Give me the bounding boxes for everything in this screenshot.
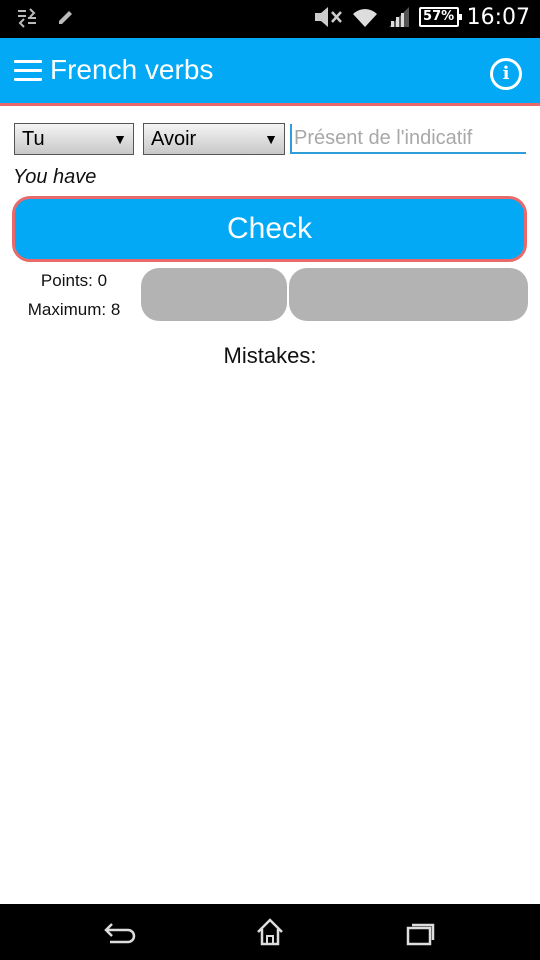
signal-icon [388,7,409,27]
person-select[interactable]: Tu ▼ [14,123,134,155]
conjugation-input[interactable] [290,124,526,154]
nav-bar [0,904,540,960]
maximum-text: Maximum: 8 [27,300,121,319]
score-bar-right [289,268,528,321]
app-bar: French verbs i [0,38,540,106]
battery-icon: 57% [418,7,462,27]
back-icon[interactable] [100,916,140,948]
app-title: French verbs [50,54,214,85]
translation-text: You have [13,166,97,188]
points-text: Points: 0 [40,271,108,290]
menu-icon[interactable] [14,60,42,82]
verb-select[interactable]: Avoir ▼ [143,123,285,155]
data-transfer-icon [18,8,36,28]
status-time: 16:07 [466,4,530,30]
person-select-value: Tu [22,128,45,150]
dropdown-arrow-icon: ▼ [264,131,278,147]
verb-select-value: Avoir [151,128,197,150]
mute-icon [314,7,342,27]
home-icon[interactable] [250,916,290,948]
dropdown-arrow-icon: ▼ [113,131,127,147]
score-bar-left [141,268,287,321]
recent-apps-icon[interactable] [400,916,440,948]
status-bar: 57% 16:07 [0,0,540,38]
edit-icon [59,11,72,24]
check-button[interactable]: Check [12,196,527,262]
mistakes-heading: Mistakes: [223,343,317,368]
wifi-icon [352,9,377,27]
info-icon[interactable]: i [490,58,522,90]
